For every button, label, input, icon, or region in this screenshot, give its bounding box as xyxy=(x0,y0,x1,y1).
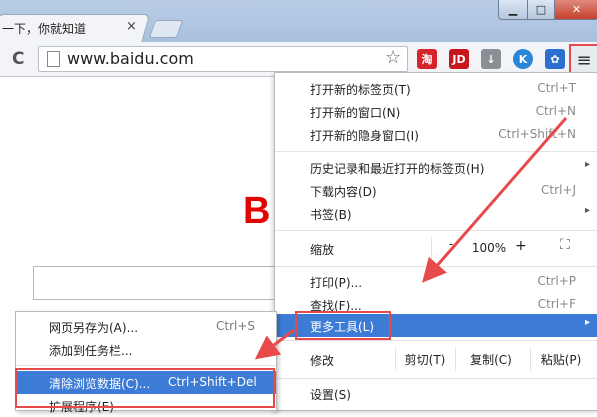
annotation-arrow xyxy=(422,117,568,283)
annotation-arrow xyxy=(254,328,295,360)
annotation-arrows xyxy=(254,117,568,360)
